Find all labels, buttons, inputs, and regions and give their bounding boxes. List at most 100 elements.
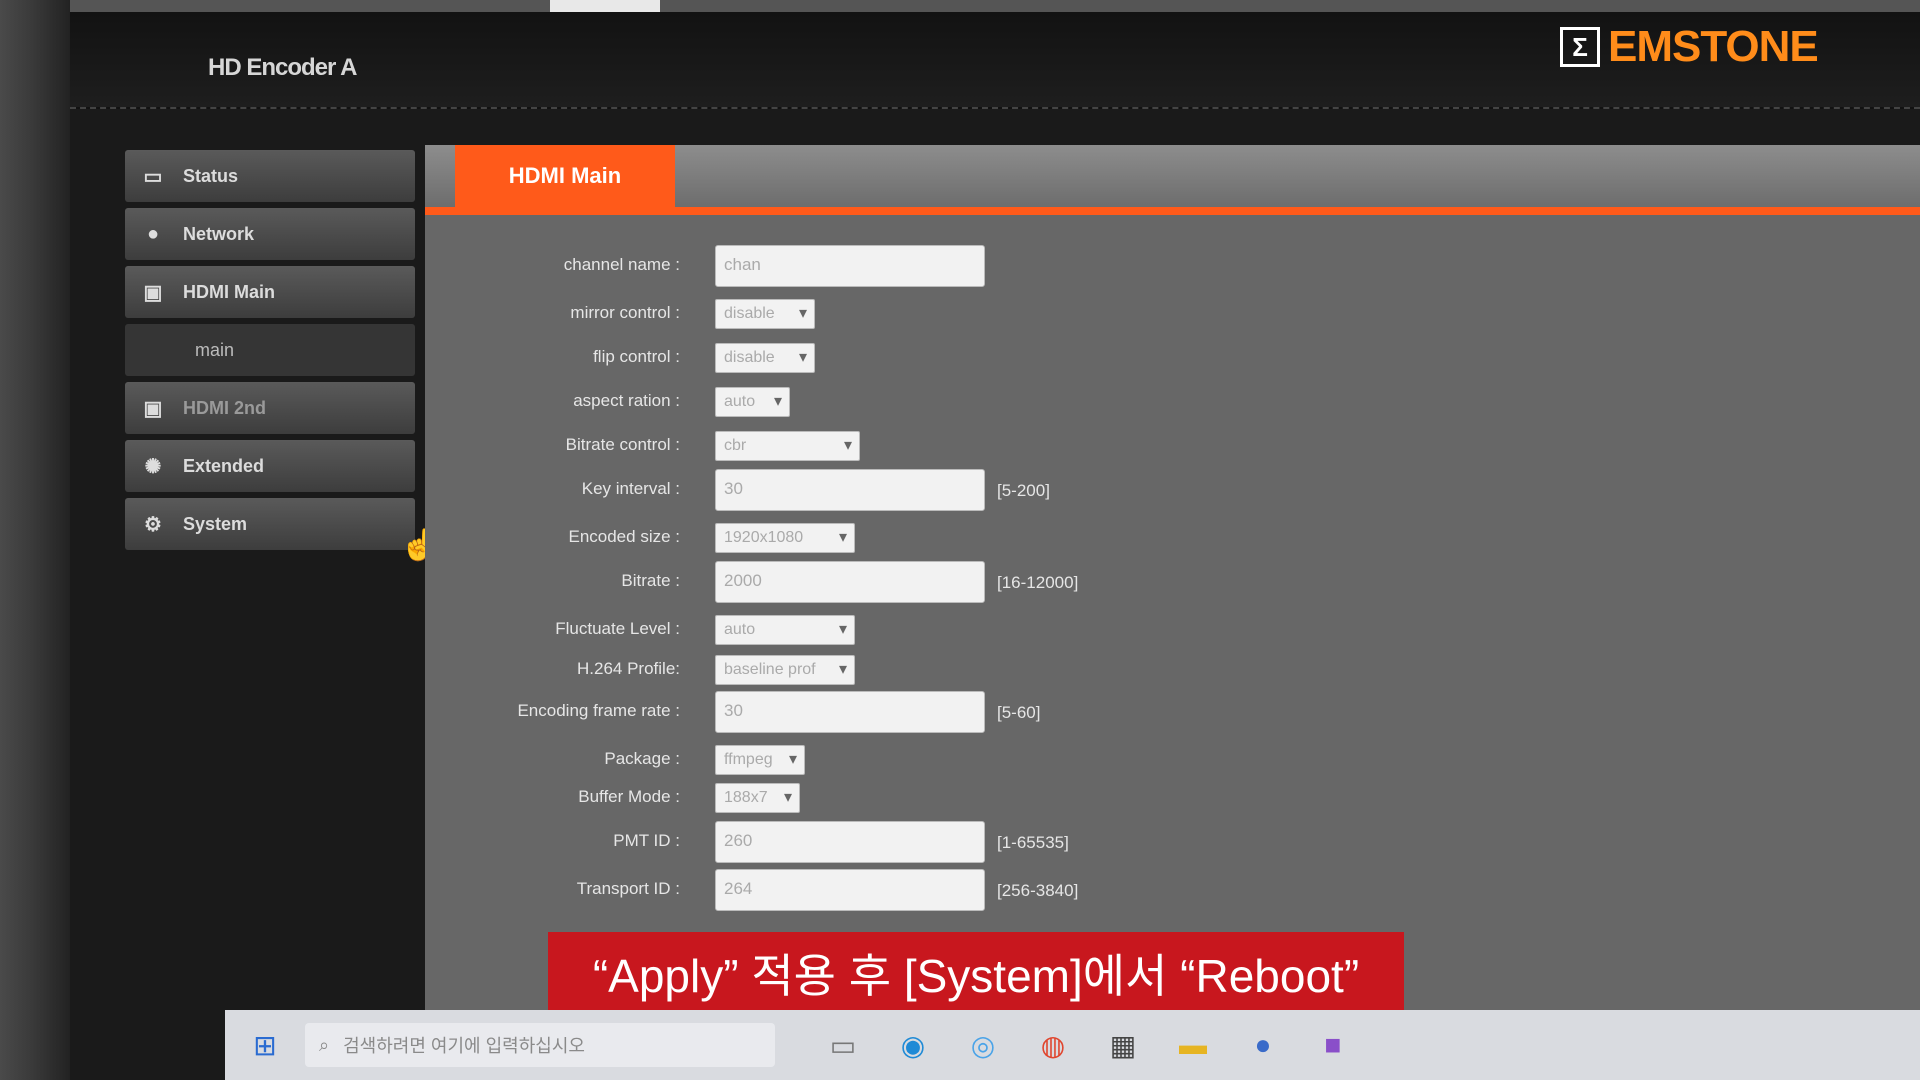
browser-top-strip (70, 0, 1920, 30)
chevron-down-icon: ▾ (838, 529, 847, 546)
pmt-id-input[interactable]: 260 (715, 821, 985, 863)
app-icon[interactable]: ● (1245, 1027, 1281, 1063)
field-label: H.264 Profile: (577, 659, 680, 678)
gear-icon: ⚙ (144, 513, 162, 536)
channel-name-input[interactable]: chan (715, 245, 985, 287)
sidebar-item-label: Status (183, 165, 239, 186)
laptop-bezel (0, 0, 80, 1080)
range-hint: [16-12000] (997, 573, 1079, 592)
row-key-interval: Key interval : 30 [5-200] (425, 469, 1920, 513)
browser-icon[interactable]: ◎ (965, 1027, 1001, 1063)
chevron-down-icon: ▾ (838, 621, 847, 638)
chevron-down-icon: ▾ (773, 393, 782, 410)
chevron-down-icon: ▾ (843, 437, 852, 454)
transport-id-input[interactable]: 264 (715, 869, 985, 911)
emstone-logo-icon: Σ (1560, 27, 1600, 67)
taskbar-search-box[interactable]: ⌕ 검색하려면 여기에 입력하십시오 (305, 1023, 775, 1067)
aspect-ration-select[interactable]: auto ▾ (715, 387, 790, 417)
row-channel-name: channel name : chan (425, 245, 1920, 289)
app-icon-2[interactable]: ■ (1315, 1027, 1351, 1063)
sidebar-subitem-main[interactable]: main (125, 324, 415, 376)
field-label: Bitrate : (621, 571, 680, 590)
sidebar-item-label: HDMI 2nd (183, 397, 266, 418)
field-label: Encoded size : (568, 527, 680, 546)
field-label: aspect ration : (573, 391, 680, 410)
field-label: Key interval : (581, 479, 680, 498)
monitor-icon: ▭ (143, 165, 163, 188)
chevron-down-icon: ▾ (788, 751, 797, 768)
screen: HD Encoder A ▭ Status ● Network ▣ HDMI M… (70, 0, 1920, 1080)
task-view-icon[interactable]: ▭ (825, 1027, 861, 1063)
sidebar-item-label: main (195, 339, 235, 360)
encoded-size-select[interactable]: 1920x1080 ▾ (715, 523, 855, 553)
field-label: Bitrate control : (565, 435, 680, 454)
sidebar-item-label: Extended (183, 455, 265, 476)
field-label: Package : (604, 749, 680, 768)
hdmi-icon: ▣ (143, 281, 163, 304)
tab-hdmi-main[interactable]: HDMI Main (455, 145, 675, 207)
row-encoded-size: Encoded size : 1920x1080 ▾ (425, 517, 1920, 561)
sidebar-item-label: HDMI Main (183, 281, 275, 302)
buffer-mode-select[interactable]: 188x7 ▾ (715, 783, 800, 813)
sidebar-item-network[interactable]: ● Network (125, 208, 415, 260)
field-label: flip control : (593, 347, 680, 366)
row-aspect-ration: aspect ration : auto ▾ (425, 381, 1920, 425)
explorer-icon[interactable]: ▬ (1175, 1027, 1211, 1063)
search-placeholder: 검색하려면 여기에 입력하십시오 (343, 1036, 585, 1056)
settings-panel: HDMI Main channel name : chan mirror con… (425, 145, 1920, 1045)
fluctuate-level-select[interactable]: auto ▾ (715, 615, 855, 645)
chevron-down-icon: ▾ (783, 789, 792, 806)
encoding-frame-rate-input[interactable]: 30 (715, 691, 985, 733)
field-label: mirror control : (570, 303, 680, 322)
row-bitrate: Bitrate : 2000 [16-12000] (425, 561, 1920, 605)
sidebar: ▭ Status ● Network ▣ HDMI Main main ▣ HD… (125, 150, 415, 556)
bitrate-input[interactable]: 2000 (715, 561, 985, 603)
package-select[interactable]: ffmpeg ▾ (715, 745, 805, 775)
sidebar-item-status[interactable]: ▭ Status (125, 150, 415, 202)
row-fluctuate-level: Fluctuate Level : auto ▾ (425, 609, 1920, 653)
row-transport-id: Transport ID : 264 [256-3840] (425, 869, 1920, 913)
windows-start-icon[interactable]: ⊞ (245, 1025, 285, 1065)
row-buffer-mode: Buffer Mode : 188x7 ▾ (425, 777, 1920, 821)
sidebar-item-hdmi-2nd[interactable]: ▣ HDMI 2nd (125, 382, 415, 434)
row-encoding-frame-rate: Encoding frame rate : 30 [5-60] (425, 691, 1920, 735)
range-hint: [5-60] (997, 703, 1041, 722)
row-flip-control: flip control : disable ▾ (425, 337, 1920, 381)
row-mirror-control: mirror control : disable ▾ (425, 293, 1920, 337)
hdmi-icon: ▣ (143, 397, 163, 420)
mirror-control-select[interactable]: disable ▾ (715, 299, 815, 329)
range-hint: [1-65535] (997, 833, 1069, 852)
row-bitrate-control: Bitrate control : cbr ▾ (425, 425, 1920, 469)
windows-taskbar: ⊞ ⌕ 검색하려면 여기에 입력하십시오 ▭ ◉ ◎ ◍ ▦ ▬ ● ■ (225, 1010, 1920, 1080)
field-label: Encoding frame rate : (517, 701, 680, 720)
h264-profile-select[interactable]: baseline prof ▾ (715, 655, 855, 685)
search-icon: ⌕ (319, 1034, 330, 1055)
bitrate-control-select[interactable]: cbr ▾ (715, 431, 860, 461)
field-label: Buffer Mode : (578, 787, 680, 806)
sidebar-item-label: System (183, 513, 248, 534)
chevron-down-icon: ▾ (798, 305, 807, 322)
sidebar-item-extended[interactable]: ✺ Extended (125, 440, 415, 492)
chevron-down-icon: ▾ (838, 661, 847, 678)
extended-icon: ✺ (144, 455, 162, 478)
sidebar-item-hdmi-main[interactable]: ▣ HDMI Main (125, 266, 415, 318)
subtitle-caption: “Apply” 적용 후 [System]에서 “Reboot” (548, 932, 1404, 1014)
chrome-icon[interactable]: ◍ (1035, 1027, 1071, 1063)
field-label: Fluctuate Level : (555, 619, 680, 638)
sidebar-item-label: Network (183, 223, 255, 244)
globe-icon: ● (146, 222, 160, 245)
row-pmt-id: PMT ID : 260 [1-65535] (425, 821, 1920, 865)
app-title: HD Encoder A (208, 54, 357, 81)
edge-icon[interactable]: ◉ (895, 1027, 931, 1063)
flip-control-select[interactable]: disable ▾ (715, 343, 815, 373)
range-hint: [5-200] (997, 481, 1050, 500)
store-icon[interactable]: ▦ (1105, 1027, 1141, 1063)
field-label: PMT ID : (613, 831, 680, 850)
sidebar-item-system[interactable]: ⚙ System (125, 498, 415, 550)
row-h264-profile: H.264 Profile: baseline prof ▾ (425, 649, 1920, 693)
taskbar-icons: ▭ ◉ ◎ ◍ ▦ ▬ ● ■ (825, 1027, 1351, 1063)
field-label: channel name : (563, 255, 680, 274)
brand-name: EMSTONE (1608, 22, 1819, 71)
key-interval-input[interactable]: 30 (715, 469, 985, 511)
range-hint: [256-3840] (997, 881, 1079, 900)
